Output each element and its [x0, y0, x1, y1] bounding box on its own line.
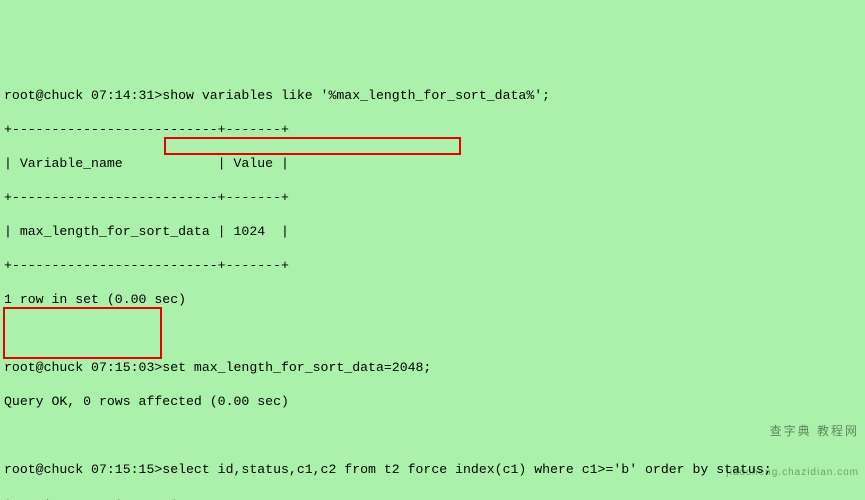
sql-command: set max_length_for_sort_data=2048; [162, 360, 431, 375]
prompt: root@chuck 07:15:03> [4, 360, 162, 375]
prompt: root@chuck 07:14:31> [4, 88, 162, 103]
watermark-url: jiaocheng.chazidian.com [726, 466, 859, 480]
result-footer: 1 row in set (0.00 sec) [4, 291, 861, 308]
prompt: root@chuck 07:15:15> [4, 462, 162, 477]
table-separator: +----+--------+------+------------------… [4, 495, 861, 500]
sql-command: show variables like '%max_length_for_sor… [162, 88, 550, 103]
blank-line [4, 325, 861, 342]
sql-command: select id,status,c1,c2 from t2 force ind… [162, 462, 771, 477]
table-separator: +--------------------------+-------+ [4, 121, 861, 138]
table-row: | max_length_for_sort_data | 1024 | [4, 223, 861, 240]
table-separator: +--------------------------+-------+ [4, 189, 861, 206]
watermark: 查字典 教程网 jiaocheng.chazidian.com [726, 396, 859, 494]
table-separator: +--------------------------+-------+ [4, 257, 861, 274]
table-header: | Variable_name | Value | [4, 155, 861, 172]
watermark-text: 查字典 教程网 [726, 424, 859, 438]
